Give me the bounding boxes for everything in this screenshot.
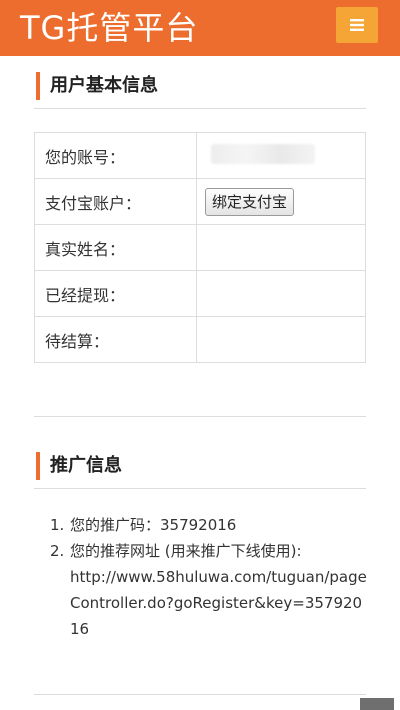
real-name-value (196, 224, 366, 271)
promo-section-title: 推广信息 (36, 452, 122, 480)
pending-settlement-label: 待结算： (34, 316, 197, 363)
account-label: 您的账号： (34, 132, 197, 179)
promo-list: 1. 您的推广码：35792016 2. 您的推荐网址 (用来推广下线使用): … (50, 512, 370, 642)
promo-url-block: 您的推荐网址 (用来推广下线使用): http://www.58huluwa.c… (70, 538, 370, 642)
hamburger-icon (350, 19, 364, 31)
scroll-to-top-button[interactable] (360, 698, 394, 710)
list-item: 1. 您的推广码：35792016 (50, 512, 370, 538)
table-row: 真实姓名： (34, 224, 366, 271)
promo-url-link[interactable]: http://www.58huluwa.com/tuguan/pageContr… (70, 564, 370, 642)
account-info-table: 您的账号： 支付宝账户： 绑定支付宝 真实姓名： 已经提现： 待结算： (34, 132, 366, 363)
withdrawn-value (196, 270, 366, 317)
bind-alipay-button[interactable]: 绑定支付宝 (205, 187, 295, 216)
list-number: 2. (50, 542, 65, 560)
app-header: TG托管平台 (0, 0, 400, 56)
real-name-label: 真实姓名： (34, 224, 197, 271)
table-row: 您的账号： (34, 132, 366, 179)
table-row: 已经提现： (34, 270, 366, 317)
account-section-divider (34, 108, 366, 109)
promo-section-divider (34, 488, 366, 489)
account-section-title: 用户基本信息 (36, 72, 158, 100)
promo-code-text: 您的推广码：35792016 (70, 516, 237, 534)
list-item: 2. 您的推荐网址 (用来推广下线使用): http://www.58huluw… (50, 538, 370, 642)
section-separator (34, 416, 366, 417)
list-number: 1. (50, 516, 65, 534)
alipay-value: 绑定支付宝 (196, 178, 366, 225)
table-row: 支付宝账户： 绑定支付宝 (34, 178, 366, 225)
promo-url-label: 您的推荐网址 (用来推广下线使用): (70, 542, 302, 560)
pending-settlement-value (196, 316, 366, 363)
bottom-divider (34, 694, 366, 695)
withdrawn-label: 已经提现： (34, 270, 197, 317)
app-logo[interactable]: TG托管平台 (20, 6, 198, 50)
alipay-label: 支付宝账户： (34, 178, 197, 225)
account-value (196, 132, 366, 179)
menu-button[interactable] (336, 7, 378, 43)
table-row: 待结算： (34, 316, 366, 363)
masked-account-value (211, 143, 315, 164)
